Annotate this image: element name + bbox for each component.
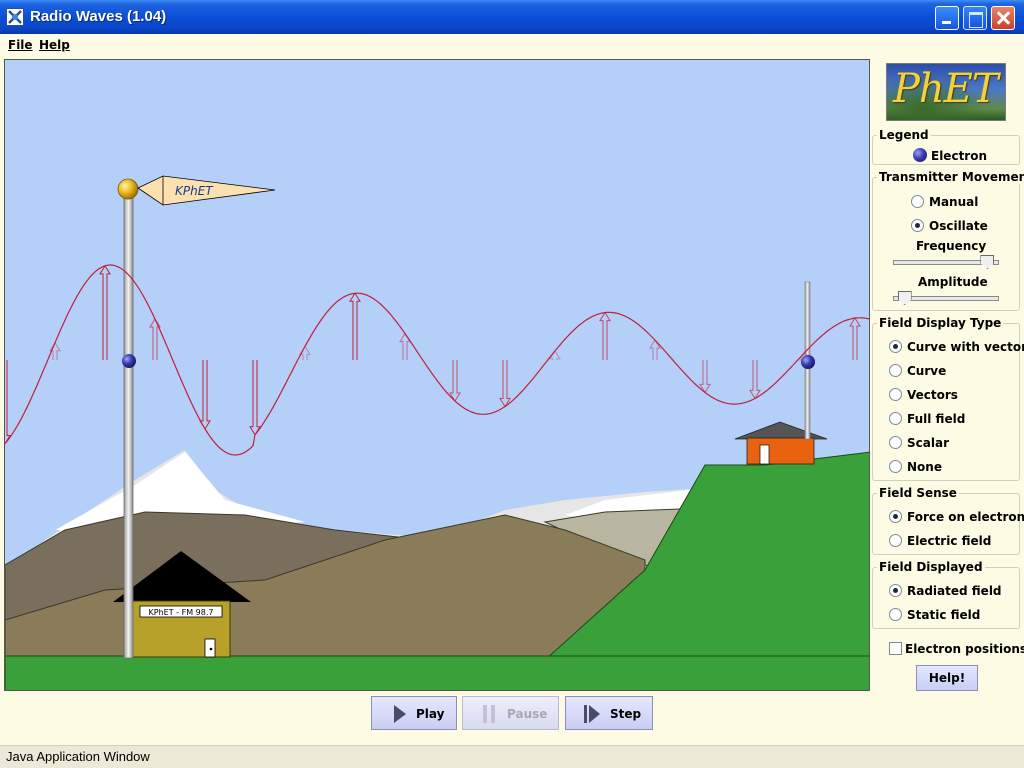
- field-sense-label-0[interactable]: Force on electron: [907, 510, 1024, 524]
- field-vector: [399, 332, 411, 360]
- field-displayed-group: Field Displayed Radiated field Static fie…: [872, 560, 1020, 629]
- field-display-type-title: Field Display Type: [877, 316, 1004, 330]
- field-displayed-title: Field Displayed: [877, 560, 985, 574]
- display-type-label-2[interactable]: Vectors: [907, 388, 1024, 402]
- pause-label: Pause: [507, 707, 548, 721]
- help-button[interactable]: Help!: [916, 665, 978, 691]
- amplitude-slider-thumb[interactable]: [897, 291, 912, 305]
- field-displayed-radio-1[interactable]: [889, 608, 902, 621]
- menu-bar: File Help: [0, 34, 1024, 56]
- manual-label[interactable]: Manual: [929, 195, 1024, 209]
- field-vector: [449, 360, 461, 402]
- frequency-slider-thumb[interactable]: [980, 255, 995, 269]
- window-title: Radio Waves (1.04): [30, 8, 167, 25]
- close-button[interactable]: [991, 6, 1015, 30]
- legend-electron-label: Electron: [931, 149, 988, 163]
- amplitude-label: Amplitude: [918, 275, 988, 289]
- field-displayed-radio-0[interactable]: [889, 584, 902, 597]
- display-type-radio-4[interactable]: [889, 436, 902, 449]
- field-sense-title: Field Sense: [877, 486, 959, 500]
- field-sense-radio-1[interactable]: [889, 534, 902, 547]
- field-vector: [149, 318, 161, 360]
- field-sense-label-1[interactable]: Electric field: [907, 534, 1024, 548]
- oscillate-label[interactable]: Oscillate: [929, 219, 1024, 233]
- transmitter-movement-title: Transmitter Movement: [877, 170, 1024, 184]
- display-type-radio-3[interactable]: [889, 412, 902, 425]
- display-type-label-0[interactable]: Curve with vectors: [907, 340, 1024, 354]
- field-vector: [349, 292, 361, 360]
- display-type-label-3[interactable]: Full field: [907, 412, 1024, 426]
- field-vector: [599, 311, 611, 360]
- field-vector: [5, 360, 11, 445]
- display-type-radio-2[interactable]: [889, 388, 902, 401]
- station-door: [204, 638, 216, 658]
- display-type-radio-0[interactable]: [889, 340, 902, 353]
- step-icon: [584, 705, 602, 723]
- legend-group: Legend Electron: [872, 128, 1020, 165]
- transmitter-movement-group: Transmitter Movement Manual Oscillate Fr…: [872, 170, 1024, 311]
- field-vector: [749, 360, 761, 400]
- receiver-electron: [801, 355, 815, 369]
- pole-top-ball: [117, 178, 139, 200]
- scene-svg: KPhET - FM 98.7 KPhET: [5, 175, 869, 690]
- minimize-button[interactable]: [935, 6, 959, 30]
- display-type-radio-5[interactable]: [889, 460, 902, 473]
- oscillate-radio[interactable]: [911, 219, 924, 232]
- flag-text: KPhET: [175, 184, 214, 198]
- field-sense-radio-0[interactable]: [889, 510, 902, 523]
- manual-radio[interactable]: [911, 195, 924, 208]
- pause-icon: [483, 705, 497, 723]
- maximize-button[interactable]: [963, 6, 987, 30]
- step-button[interactable]: Step: [565, 696, 653, 730]
- electron-legend-icon: [913, 148, 927, 162]
- field-vector: [249, 360, 261, 436]
- play-label: Play: [416, 707, 445, 721]
- frequency-label: Frequency: [916, 239, 987, 253]
- pause-button[interactable]: Pause: [462, 696, 559, 730]
- field-vector: [499, 360, 511, 408]
- menu-file[interactable]: File: [8, 38, 33, 52]
- transmitter-pole: [123, 189, 134, 659]
- field-displayed-label-0[interactable]: Radiated field: [907, 584, 1024, 598]
- field-sense-group: Field Sense Force on electron Electric fi…: [872, 486, 1024, 555]
- electron-positions-label[interactable]: Electron positions: [905, 642, 1024, 656]
- display-type-label-5[interactable]: None: [907, 460, 1024, 474]
- menu-help[interactable]: Help: [39, 38, 70, 52]
- field-vector: [699, 360, 711, 394]
- ground: [5, 655, 869, 690]
- status-bar: Java Application Window: [0, 745, 1024, 768]
- legend-title: Legend: [877, 128, 931, 142]
- step-label: Step: [610, 707, 642, 721]
- title-bar: Radio Waves (1.04): [0, 0, 1024, 34]
- station-sign: KPhET - FM 98.7: [149, 608, 214, 617]
- field-displayed-label-1[interactable]: Static field: [907, 608, 1024, 622]
- app-icon: [6, 8, 24, 26]
- phet-logo: PhET: [886, 63, 1006, 121]
- field-vector: [849, 317, 861, 360]
- play-icon: [394, 705, 406, 723]
- field-vector: [199, 360, 211, 430]
- house-wall: [746, 437, 815, 465]
- house-roof: [734, 421, 828, 440]
- play-button[interactable]: Play: [371, 696, 457, 730]
- field-display-type-group: Field Display Type Curve with vectors Cur…: [872, 316, 1024, 481]
- display-type-label-1[interactable]: Curve: [907, 364, 1024, 378]
- house-door: [759, 444, 770, 465]
- display-type-radio-1[interactable]: [889, 364, 902, 377]
- field-vector: [99, 264, 111, 360]
- status-text: Java Application Window: [6, 749, 150, 764]
- simulation-canvas[interactable]: KPhET - FM 98.7 KPhET: [4, 59, 870, 691]
- control-panel: PhET Legend Electron Transmitter Movemen…: [870, 59, 1024, 699]
- electron-positions-checkbox[interactable]: [889, 642, 902, 655]
- transmitter-electron: [122, 354, 136, 368]
- display-type-label-4[interactable]: Scalar: [907, 436, 1024, 450]
